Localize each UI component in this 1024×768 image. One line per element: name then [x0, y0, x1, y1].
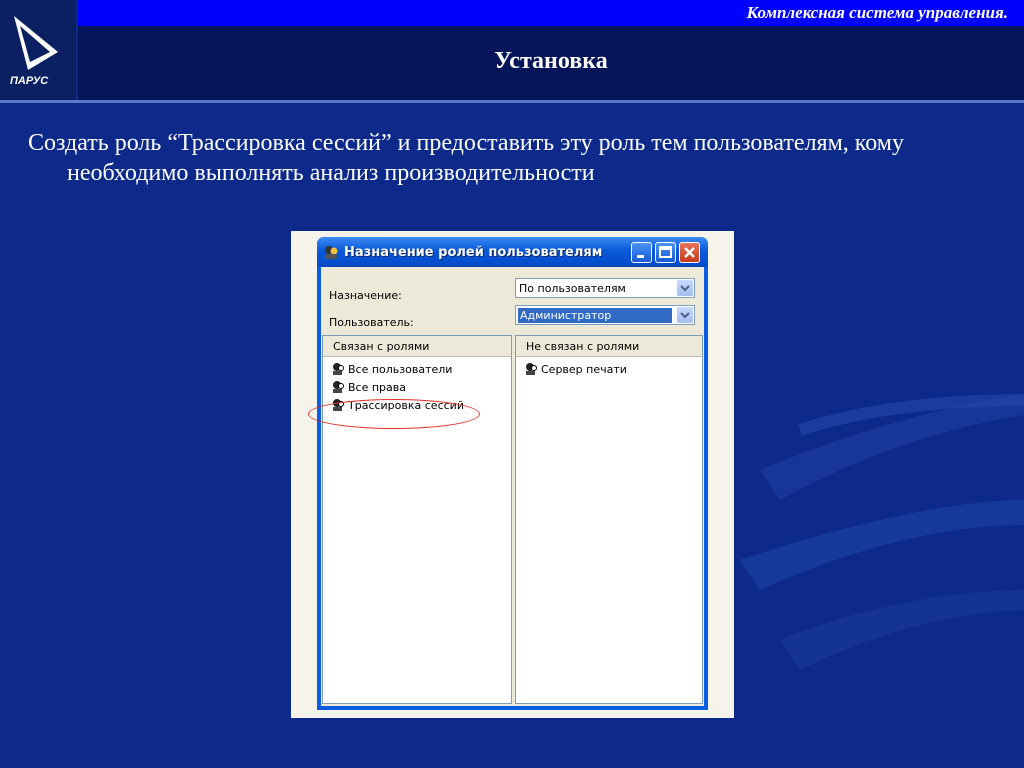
dialog-screenshot: Назначение ролей пользователям Назначени…: [291, 231, 734, 718]
chevron-down-icon[interactable]: [677, 280, 693, 296]
role-label: Все пользователи: [348, 362, 453, 376]
highlight-ellipse: [308, 399, 480, 429]
unlinked-roles-pane[interactable]: Не связан с ролями Сервер печати: [515, 335, 703, 704]
assignment-label: Назначение:: [329, 289, 402, 302]
role-label: Все права: [348, 380, 406, 394]
linked-roles-header[interactable]: Связан с ролями: [323, 336, 511, 357]
users-icon: [325, 246, 338, 259]
chevron-down-icon[interactable]: [677, 307, 693, 323]
bullet-text: Создать роль “Трассировка сессий” и пред…: [28, 128, 988, 188]
window-title: Назначение ролей пользователям: [344, 245, 603, 260]
user-value: Администратор: [518, 308, 672, 323]
list-item[interactable]: Все права: [331, 378, 406, 396]
maximize-button[interactable]: [655, 242, 676, 263]
role-assignment-window: Назначение ролей пользователям Назначени…: [317, 237, 708, 710]
linked-roles-header-label: Связан с ролями: [333, 340, 430, 353]
bullet-line-2: необходимо выполнять анализ производител…: [67, 160, 595, 186]
company-logo: ПАРУС: [0, 0, 76, 100]
user-label: Пользователь:: [329, 316, 414, 329]
user-combobox[interactable]: Администратор: [515, 305, 695, 325]
unlinked-roles-header-label: Не связан с ролями: [526, 340, 640, 353]
window-titlebar[interactable]: Назначение ролей пользователям: [317, 237, 708, 267]
list-item[interactable]: Все пользователи: [331, 360, 452, 378]
close-button[interactable]: [679, 242, 700, 263]
minimize-button[interactable]: [631, 242, 652, 263]
header-subtitle: Комплексная система управления.: [746, 3, 1008, 22]
title-bar: Установка: [78, 26, 1024, 100]
dropdown-arrow: [680, 285, 690, 292]
role-label: Сервер печати: [541, 362, 627, 376]
bullet-line-1: Создать роль “Трассировка сессий” и пред…: [28, 130, 904, 156]
minimize-icon: [637, 255, 644, 258]
role-icon: [526, 363, 537, 375]
assignment-combobox[interactable]: По пользователям: [515, 278, 695, 298]
assignment-value: По пользователям: [519, 282, 626, 295]
close-icon: [684, 247, 695, 258]
sail-logo-icon: ПАРУС: [10, 16, 58, 87]
unlinked-roles-header[interactable]: Не связан с ролями: [516, 336, 702, 357]
maximize-icon: [659, 246, 672, 258]
role-icon: [333, 381, 344, 393]
window-client-area: Назначение: По пользователям Пользовател…: [321, 267, 704, 706]
header-separator: [0, 100, 1024, 103]
logo-text: ПАРУС: [10, 75, 49, 87]
top-bar: Комплексная система управления.: [78, 0, 1024, 26]
dropdown-arrow: [680, 312, 690, 319]
slide-title: Установка: [494, 48, 608, 74]
role-icon: [333, 363, 344, 375]
list-item[interactable]: Сервер печати: [524, 360, 627, 378]
linked-roles-pane[interactable]: Связан с ролями Все пользователи Все пра…: [322, 335, 512, 704]
